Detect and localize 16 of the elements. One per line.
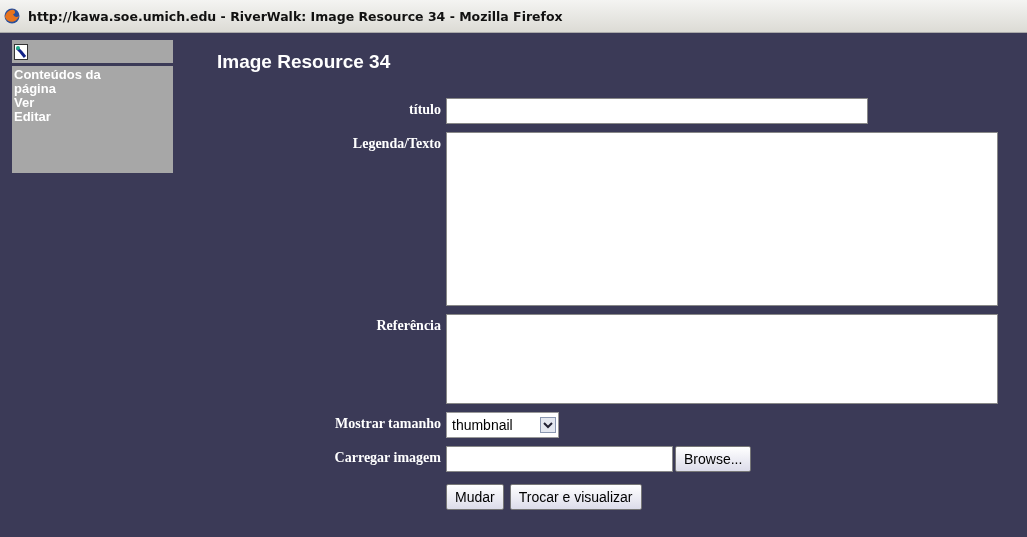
size-dropdown[interactable]: thumbnail (446, 412, 559, 438)
field-label: Referência (375, 317, 441, 334)
window-title: http://kawa.soe.umich.edu - RiverWalk: Image Resource 34 - Mozilla Firefox (28, 8, 563, 24)
title-field[interactable] (446, 98, 868, 124)
field-label: Legenda/Texto (351, 135, 441, 152)
browse-button[interactable]: Browse... (675, 446, 752, 472)
broken-image-icon (14, 43, 28, 60)
page-heading: Image Resource 34 (217, 50, 392, 74)
field-label: Mostrar tamanho (334, 415, 441, 432)
field-label: Carregar imagem (333, 449, 441, 466)
browser-logo-icon (4, 8, 20, 24)
submit-button[interactable]: Mudar (446, 484, 504, 510)
text-area[interactable] (446, 314, 998, 404)
field-label: título (408, 101, 441, 118)
submit-button[interactable]: Trocar e visualizar (509, 484, 642, 510)
file-path-field[interactable] (446, 446, 673, 472)
